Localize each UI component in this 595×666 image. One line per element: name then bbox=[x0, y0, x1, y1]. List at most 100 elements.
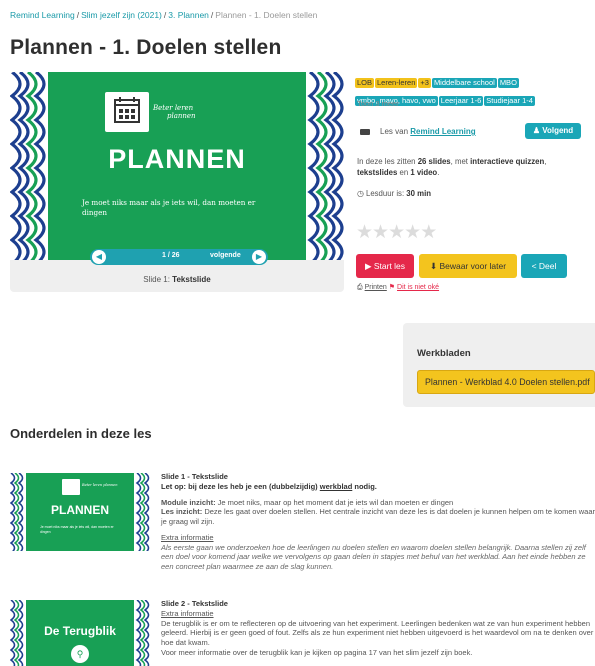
small-links: ⎙ Printen ⚑ Dit is niet oké bbox=[357, 283, 439, 292]
desc-text: , bbox=[544, 157, 547, 166]
author-prefix: Les van bbox=[380, 127, 409, 136]
chevron-right-icon: ▶ bbox=[255, 252, 263, 261]
desc-textslides: tekstslides bbox=[357, 168, 398, 178]
next-slide-button[interactable]: ▶ bbox=[252, 250, 266, 264]
breadcrumb-link-course[interactable]: Slim jezelf zijn (2021) bbox=[81, 10, 162, 20]
tag-mbo[interactable]: MBO bbox=[497, 78, 519, 88]
next-slide-label[interactable]: volgende bbox=[210, 252, 241, 259]
report-link[interactable]: Dit is niet oké bbox=[397, 284, 439, 291]
breadcrumb-separator: / bbox=[210, 10, 214, 20]
page-title: Plannen - 1. Doelen stellen bbox=[10, 36, 282, 59]
duration-value: 30 min bbox=[406, 189, 431, 198]
tag-more-count[interactable]: +3 bbox=[418, 78, 431, 88]
follow-button[interactable]: ♟ Volgend bbox=[525, 123, 581, 139]
extra-info-text: De terugblik is er om te reflecteren op … bbox=[161, 618, 594, 648]
slide-heading: Slide 1 - Tekstslide bbox=[161, 472, 228, 481]
duration-label: Lesduur is: bbox=[365, 189, 407, 198]
tag-studiejaar[interactable]: Studiejaar 1-4 bbox=[484, 96, 535, 106]
slide-thumbnail[interactable]: De Terugblik ⚲ bbox=[10, 600, 150, 666]
tag-leerjaar[interactable]: Leerjaar 1-6 bbox=[438, 96, 484, 106]
worksheet-download-button[interactable]: Plannen - Werkblad 4.0 Doelen stellen.pd… bbox=[417, 370, 595, 394]
share-label: Deel bbox=[538, 261, 557, 271]
desc-text: . bbox=[437, 168, 440, 178]
tag-middelbare-school[interactable]: Middelbare school bbox=[431, 78, 497, 88]
breadcrumb-link-remind-learning[interactable]: Remind Learning bbox=[10, 10, 75, 20]
show-more-tags-link[interactable]: Toon 3 meer bbox=[357, 99, 399, 108]
play-icon: ▶ bbox=[364, 261, 372, 271]
star-icon[interactable]: ★ bbox=[372, 222, 389, 243]
share-button[interactable]: < Deel bbox=[521, 254, 567, 278]
lesson-insight-text: Deze les gaat over doelen stellen. Het c… bbox=[161, 507, 595, 526]
lesson-part-details: Slide 1 - Tekstslide Let op: bij deze le… bbox=[161, 472, 595, 572]
follow-button-label: Volgend bbox=[542, 126, 574, 135]
note-text: Let op: bij deze les heb je een (dubbelz… bbox=[161, 481, 320, 491]
note-text: nodig. bbox=[352, 481, 377, 491]
author-line: Les van Remind Learning bbox=[360, 127, 476, 136]
previous-slide-button[interactable]: ◀ bbox=[92, 250, 106, 264]
slide-caption-prefix: Slide 1: bbox=[143, 275, 173, 284]
slide-logo-line2: plannen bbox=[167, 112, 196, 121]
extra-info-label: Extra informatie bbox=[161, 532, 214, 542]
desc-quizzes: interactieve quizzen bbox=[470, 157, 545, 166]
section-title: Onderdelen in deze les bbox=[10, 426, 152, 441]
star-icon[interactable]: ★ bbox=[404, 222, 421, 243]
author-link[interactable]: Remind Learning bbox=[410, 127, 475, 136]
save-for-later-label: Bewaar voor later bbox=[439, 261, 507, 271]
calendar-icon bbox=[105, 92, 149, 132]
slide-text: Je moet niks maar als je iets wil, dan m… bbox=[82, 198, 256, 218]
extra-info-text: Als eerste gaan we onderzoeken hoe de le… bbox=[161, 542, 586, 572]
module-insight-text: Je moet niks, maar op het moment dat je … bbox=[215, 497, 454, 507]
slide-thumbnail[interactable]: Beter leren plannen PLANNEN Je moet niks… bbox=[10, 473, 150, 551]
user-icon: ♟ bbox=[532, 126, 540, 135]
start-lesson-button[interactable]: ▶ Start les bbox=[356, 254, 414, 278]
slide-caption-type: Tekstslide bbox=[172, 275, 211, 284]
wave-pattern-right bbox=[135, 600, 150, 666]
printer-icon: ⎙ bbox=[357, 284, 363, 291]
star-icon[interactable]: ★ bbox=[356, 222, 373, 243]
lesson-duration: ◷ Lesduur is: 30 min bbox=[357, 189, 431, 198]
tag-lob[interactable]: LOB bbox=[355, 78, 375, 88]
slide-heading: Slide 2 - Tekstslide bbox=[161, 599, 228, 608]
start-lesson-label: Start les bbox=[373, 261, 406, 271]
slide-logo-text: Beter leren plannen bbox=[153, 104, 196, 120]
desc-text: In deze les zitten bbox=[357, 157, 418, 166]
search-icon: ⚲ bbox=[71, 645, 89, 663]
desc-slides-count: 26 slides bbox=[417, 157, 451, 166]
rating-stars[interactable]: ★★★★★ bbox=[356, 221, 437, 244]
wave-pattern-right bbox=[307, 72, 344, 260]
star-icon[interactable]: ★ bbox=[388, 222, 405, 243]
download-icon: ⬇ bbox=[429, 261, 438, 271]
module-insight: Module inzicht: Je moet niks, maar op he… bbox=[161, 498, 595, 508]
calendar-icon bbox=[62, 479, 80, 495]
lesson-part-details: Slide 2 - Tekstslide Extra informatie De… bbox=[161, 599, 595, 658]
share-icon: < bbox=[531, 261, 537, 271]
breadcrumb-separator: / bbox=[76, 10, 80, 20]
print-link[interactable]: Printen bbox=[365, 284, 387, 291]
slide-logo: Beter leren plannen bbox=[105, 92, 213, 134]
slide-navigation: ◀ 1 / 26 volgende ▶ bbox=[90, 249, 268, 265]
wave-pattern-left bbox=[10, 473, 24, 551]
worksheets-panel: Werkbladen Plannen - Werkblad 4.0 Doelen… bbox=[403, 323, 595, 407]
slide-title: PLANNEN bbox=[108, 144, 246, 174]
thumbnail-logo-text: Beter leren plannen bbox=[82, 483, 118, 487]
tag-leren-leren[interactable]: Leren-leren bbox=[375, 78, 418, 88]
module-insight-label: Module inzicht: bbox=[161, 497, 216, 507]
breadcrumb-current: Plannen - 1. Doelen stellen bbox=[215, 10, 318, 20]
slide-logo-line1: Beter leren bbox=[153, 104, 194, 112]
wave-pattern-right bbox=[135, 473, 150, 551]
wave-pattern-left bbox=[10, 72, 46, 260]
slide-preview: Beter leren plannen PLANNEN Je moet niks… bbox=[10, 72, 344, 292]
clock-icon: ◷ bbox=[357, 189, 364, 198]
extra-info-label: Extra informatie bbox=[161, 608, 214, 618]
thumbnail-title: De Terugblik bbox=[44, 624, 116, 638]
breadcrumb-link-module[interactable]: 3. Plannen bbox=[168, 10, 209, 20]
slide-image[interactable]: Beter leren plannen PLANNEN Je moet niks… bbox=[10, 72, 344, 260]
star-icon[interactable]: ★ bbox=[420, 222, 437, 243]
breadcrumb-separator: / bbox=[163, 10, 167, 20]
lesson-insight: Les inzicht: Deze les gaat over doelen s… bbox=[161, 507, 595, 527]
save-for-later-button[interactable]: ⬇ Bewaar voor later bbox=[419, 254, 517, 278]
worksheet-link[interactable]: werkblad bbox=[320, 482, 353, 491]
worksheets-title: Werkbladen bbox=[417, 348, 471, 359]
breadcrumb: Remind Learning / Slim jezelf zijn (2021) /… bbox=[10, 10, 317, 20]
slide-caption: Slide 1: Tekstslide bbox=[10, 275, 344, 284]
